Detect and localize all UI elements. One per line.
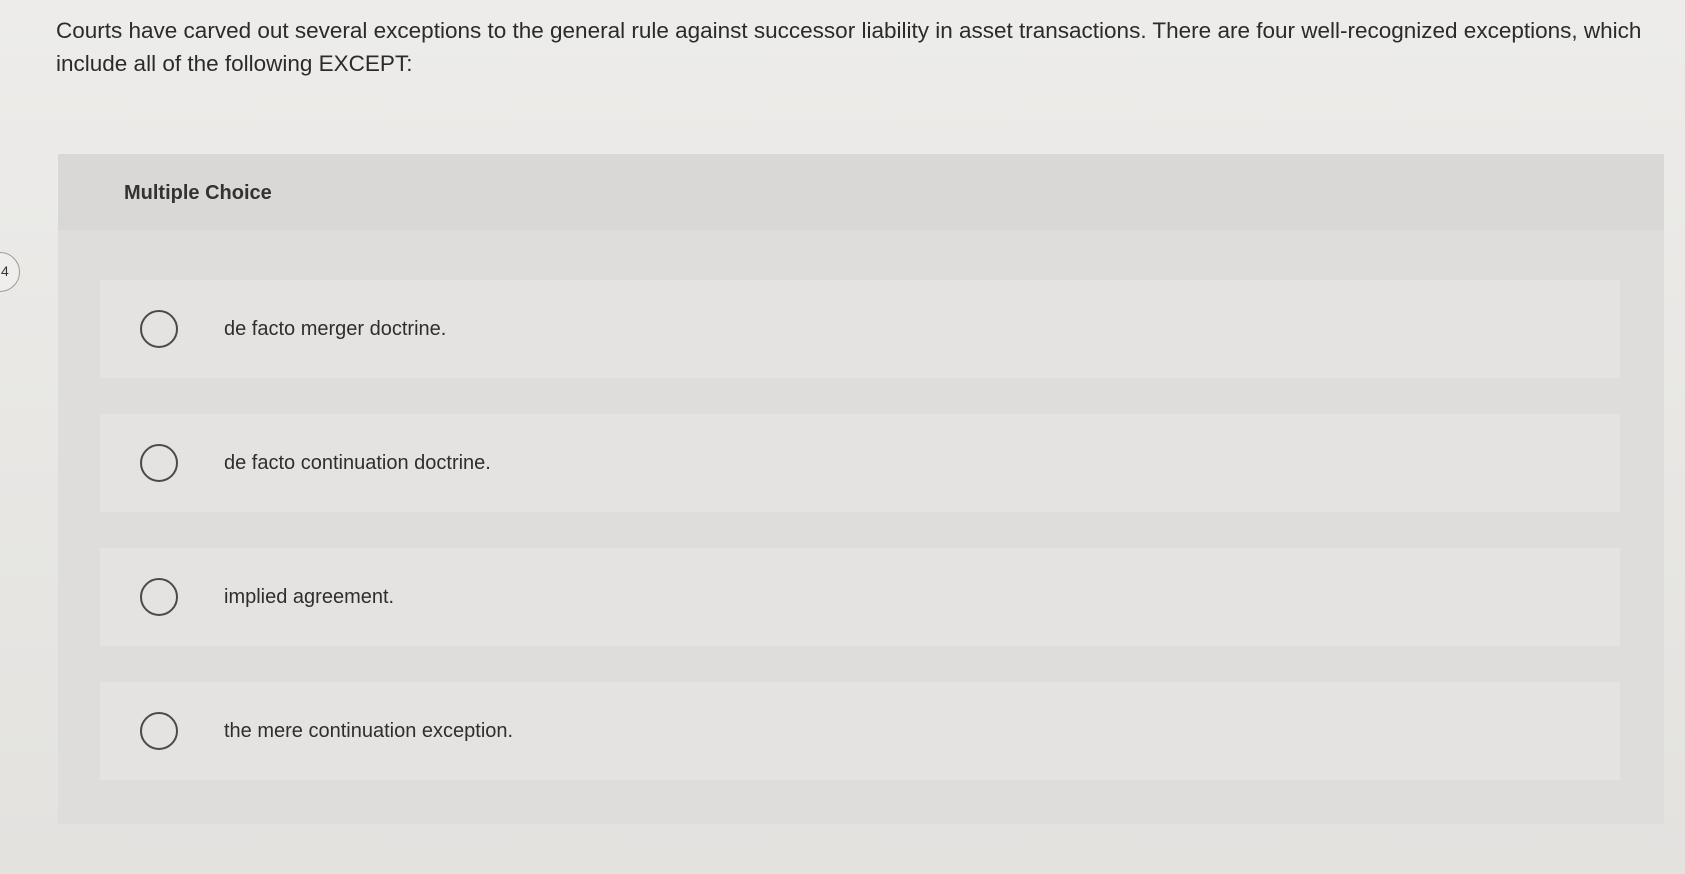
radio-button[interactable]: [140, 444, 178, 482]
answer-options: de facto merger doctrine. de facto conti…: [100, 280, 1620, 816]
answer-option-1[interactable]: de facto merger doctrine.: [100, 280, 1620, 378]
answer-option-label: de facto merger doctrine.: [224, 317, 447, 340]
answer-option-label: de facto continuation doctrine.: [224, 451, 491, 474]
multiple-choice-panel: Multiple Choice de facto merger doctrine…: [58, 154, 1664, 824]
radio-button[interactable]: [140, 712, 178, 750]
question-number-label: 4: [1, 263, 9, 279]
answer-option-2[interactable]: de facto continuation doctrine.: [100, 414, 1620, 512]
radio-button[interactable]: [140, 310, 178, 348]
page: 4 Courts have carved out several excepti…: [0, 0, 1685, 874]
question-number-tab[interactable]: 4: [0, 252, 20, 292]
panel-header: Multiple Choice: [58, 154, 1664, 230]
panel-title: Multiple Choice: [124, 182, 272, 204]
answer-option-4[interactable]: the mere continuation exception.: [100, 682, 1620, 780]
answer-option-label: the mere continuation exception.: [224, 719, 514, 742]
radio-button[interactable]: [140, 578, 178, 616]
answer-option-3[interactable]: implied agreement.: [100, 548, 1620, 646]
answer-option-label: implied agreement.: [224, 585, 395, 608]
question-text: Courts have carved out several exception…: [56, 18, 1642, 76]
